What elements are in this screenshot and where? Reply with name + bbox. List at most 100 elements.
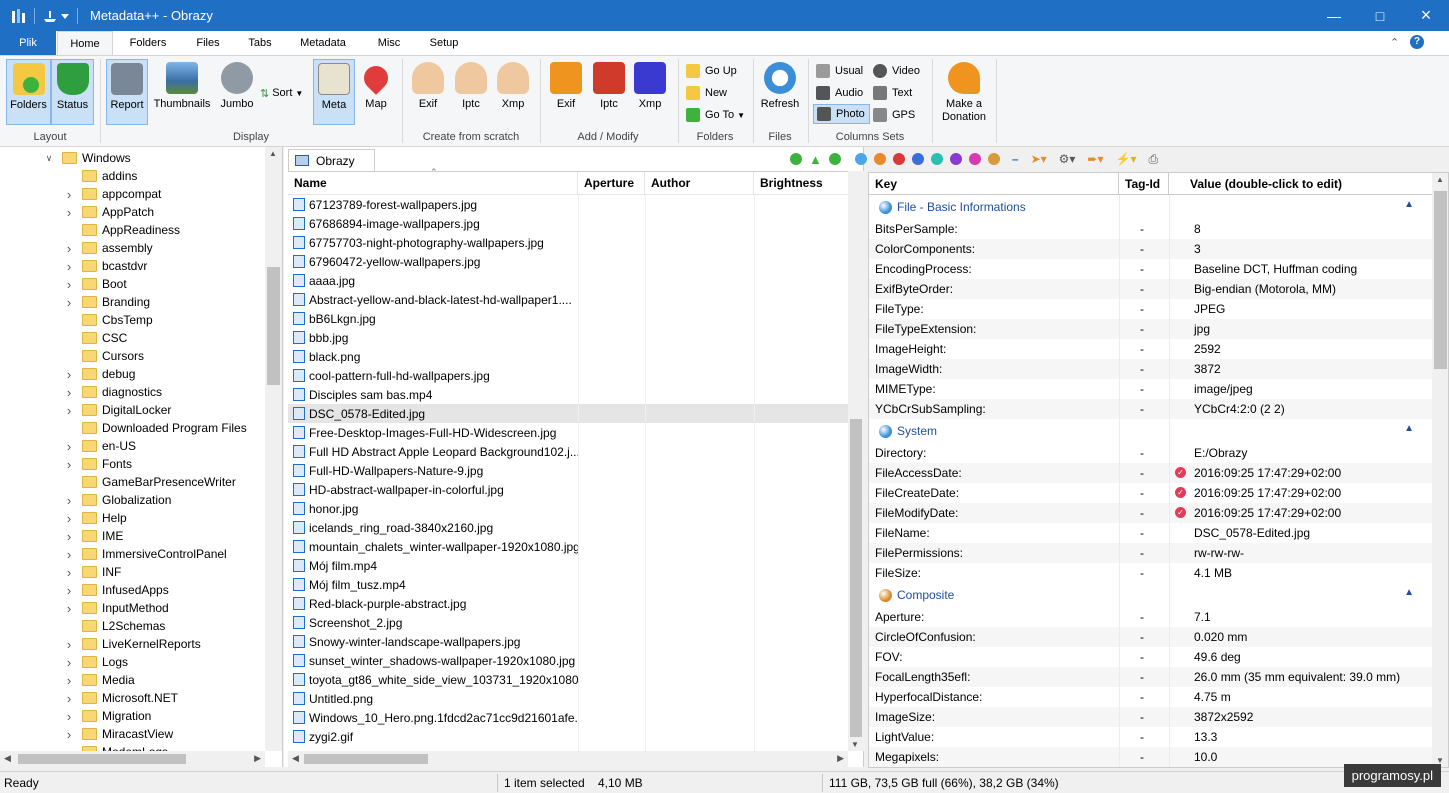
- color-ball-icon[interactable]: [854, 153, 867, 165]
- col-key[interactable]: Key: [869, 173, 1119, 195]
- folders-button[interactable]: Folders: [6, 59, 51, 125]
- up-icon[interactable]: ▲: [809, 152, 822, 167]
- file-row[interactable]: Mój film_tusz.mp4: [288, 575, 848, 594]
- file-row[interactable]: Windows_10_Hero.png.1fdcd2ac71cc9d21601a…: [288, 708, 848, 727]
- tab-tabs[interactable]: Tabs: [232, 31, 288, 55]
- expand-arrow-icon[interactable]: ›: [64, 295, 74, 310]
- expand-arrow-icon[interactable]: ›: [64, 529, 74, 544]
- import-icon[interactable]: ➨▾: [1087, 152, 1103, 166]
- col-aperture[interactable]: Aperture: [578, 172, 645, 195]
- tree-item[interactable]: › ImmersiveControlPanel: [64, 545, 282, 563]
- metadata-value[interactable]: 3: [1194, 242, 1201, 256]
- metadata-value[interactable]: 26.0 mm (35 mm equivalent: 39.0 mm): [1194, 670, 1400, 684]
- metadata-value[interactable]: 8: [1194, 222, 1201, 236]
- color-ball-icon[interactable]: [930, 153, 943, 165]
- metadata-value[interactable]: 4.75 m: [1194, 690, 1231, 704]
- metadata-value[interactable]: DSC_0578-Edited.jpg: [1194, 526, 1310, 540]
- file-row[interactable]: zygi2.gif: [288, 727, 848, 746]
- metadata-value[interactable]: JPEG: [1194, 302, 1225, 316]
- metadata-group-header[interactable]: System ▲: [869, 419, 1432, 443]
- scrollbar-thumb[interactable]: [850, 419, 862, 737]
- tab-folders[interactable]: Folders: [120, 31, 176, 55]
- metadata-value[interactable]: 13.3: [1194, 730, 1217, 744]
- file-row[interactable]: sunset_winter_shadows-wallpaper-1920x108…: [288, 651, 848, 670]
- metadata-value[interactable]: 49.6 deg: [1194, 650, 1241, 664]
- quick-access-dropdown-icon[interactable]: [59, 7, 71, 25]
- tree-item[interactable]: › Boot: [64, 275, 282, 293]
- collapse-ribbon-icon[interactable]: ⌃: [1390, 36, 1399, 49]
- expand-arrow-icon[interactable]: ›: [64, 403, 74, 418]
- tab-plik[interactable]: Plik: [0, 31, 56, 55]
- metadata-value[interactable]: 3872: [1194, 362, 1221, 376]
- metadata-row[interactable]: FileCreateDate: - 2016:09:25 17:47:29+02:0…: [869, 483, 1432, 503]
- tree-item[interactable]: › bcastdvr: [64, 257, 282, 275]
- tree-item[interactable]: › DigitalLocker: [64, 401, 282, 419]
- expand-arrow-icon[interactable]: ›: [64, 727, 74, 742]
- print-icon[interactable]: ⎙: [1148, 152, 1158, 167]
- create-xmp-button[interactable]: Xmp: [494, 59, 532, 125]
- lightning-icon[interactable]: ⚡▾: [1116, 152, 1137, 166]
- help-icon[interactable]: ?: [1410, 35, 1424, 49]
- forward-icon[interactable]: [828, 153, 841, 165]
- expand-arrow-icon[interactable]: ›: [64, 691, 74, 706]
- go-to-button[interactable]: Go To ▼: [686, 105, 745, 125]
- file-row[interactable]: Disciples sam bas.mp4: [288, 385, 848, 404]
- expand-arrow-icon[interactable]: ›: [64, 565, 74, 580]
- columns-gps-button[interactable]: GPS: [873, 105, 915, 125]
- collapse-arrow-icon[interactable]: ∨: [44, 153, 54, 164]
- file-row[interactable]: honor.jpg: [288, 499, 848, 518]
- metadata-row[interactable]: FileSize: - 4.1 MB: [869, 563, 1432, 583]
- file-row[interactable]: Free-Desktop-Images-Full-HD-Widescreen.j…: [288, 423, 848, 442]
- metadata-row[interactable]: MIMEType: - image/jpeg: [869, 379, 1432, 399]
- tab-misc[interactable]: Misc: [362, 31, 416, 55]
- tree-item[interactable]: › assembly: [64, 239, 282, 257]
- tree-item[interactable]: Downloaded Program Files: [64, 419, 282, 437]
- metadata-row[interactable]: FileTypeExtension: - jpg: [869, 319, 1432, 339]
- expand-arrow-icon[interactable]: ›: [64, 511, 74, 526]
- scroll-right-icon[interactable]: ▶: [837, 753, 844, 764]
- col-tag-id[interactable]: Tag-Id: [1119, 173, 1169, 195]
- file-row[interactable]: 67686894-image-wallpapers.jpg: [288, 214, 848, 233]
- expand-arrow-icon[interactable]: ›: [64, 583, 74, 598]
- metadata-row[interactable]: BitsPerSample: - 8: [869, 219, 1432, 239]
- expand-arrow-icon[interactable]: ›: [64, 205, 74, 220]
- metadata-value[interactable]: 10.0: [1194, 750, 1217, 764]
- col-value[interactable]: Value (double-click to edit): [1183, 173, 1432, 195]
- tree-item[interactable]: › Globalization: [64, 491, 282, 509]
- col-author[interactable]: Author: [645, 172, 754, 195]
- tree-item[interactable]: › Fonts: [64, 455, 282, 473]
- metadata-row[interactable]: FileModifyDate: - 2016:09:25 17:47:29+02:0…: [869, 503, 1432, 523]
- expand-arrow-icon[interactable]: ›: [64, 385, 74, 400]
- color-ball-icon[interactable]: [987, 153, 1000, 165]
- metadata-row[interactable]: FileType: - JPEG: [869, 299, 1432, 319]
- report-button[interactable]: Report: [106, 59, 148, 125]
- metadata-row[interactable]: ColorComponents: - 3: [869, 239, 1432, 259]
- columns-video-button[interactable]: Video: [873, 61, 920, 81]
- scrollbar-thumb[interactable]: [18, 754, 186, 764]
- file-row[interactable]: Snowy-winter-landscape-wallpapers.jpg: [288, 632, 848, 651]
- tree-vertical-scrollbar[interactable]: ▲: [265, 147, 282, 751]
- metadata-value[interactable]: YCbCr4:2:0 (2 2): [1194, 402, 1285, 416]
- columns-audio-button[interactable]: Audio: [816, 83, 863, 103]
- tree-item[interactable]: › MiracastView: [64, 725, 282, 743]
- go-up-button[interactable]: Go Up: [686, 61, 737, 81]
- file-row[interactable]: Red-black-purple-abstract.jpg: [288, 594, 848, 613]
- expand-arrow-icon[interactable]: ›: [64, 259, 74, 274]
- scroll-left-icon[interactable]: ◀: [292, 753, 299, 764]
- file-horizontal-scrollbar[interactable]: ◀ ▶: [288, 751, 848, 767]
- file-row[interactable]: DSC_0578-Edited.jpg: [288, 404, 848, 423]
- jumbo-button[interactable]: Jumbo: [216, 59, 258, 125]
- thumbnails-button[interactable]: Thumbnails: [150, 59, 214, 125]
- file-row[interactable]: icelands_ring_road-3840x2160.jpg: [288, 518, 848, 537]
- expand-arrow-icon[interactable]: ›: [64, 493, 74, 508]
- create-iptc-button[interactable]: Iptc: [450, 59, 492, 125]
- expand-arrow-icon[interactable]: ›: [64, 187, 74, 202]
- donation-button[interactable]: Make a Donation: [936, 59, 992, 125]
- file-row[interactable]: Mój film.mp4: [288, 556, 848, 575]
- export-icon[interactable]: ➤▾: [1031, 152, 1047, 166]
- settings-icon[interactable]: ⚙▾: [1059, 152, 1076, 166]
- columns-text-button[interactable]: Text: [873, 83, 912, 103]
- metadata-row[interactable]: CircleOfConfusion: - 0.020 mm: [869, 627, 1432, 647]
- expand-arrow-icon[interactable]: ›: [64, 277, 74, 292]
- tree-item-root[interactable]: ∨ Windows: [44, 149, 282, 167]
